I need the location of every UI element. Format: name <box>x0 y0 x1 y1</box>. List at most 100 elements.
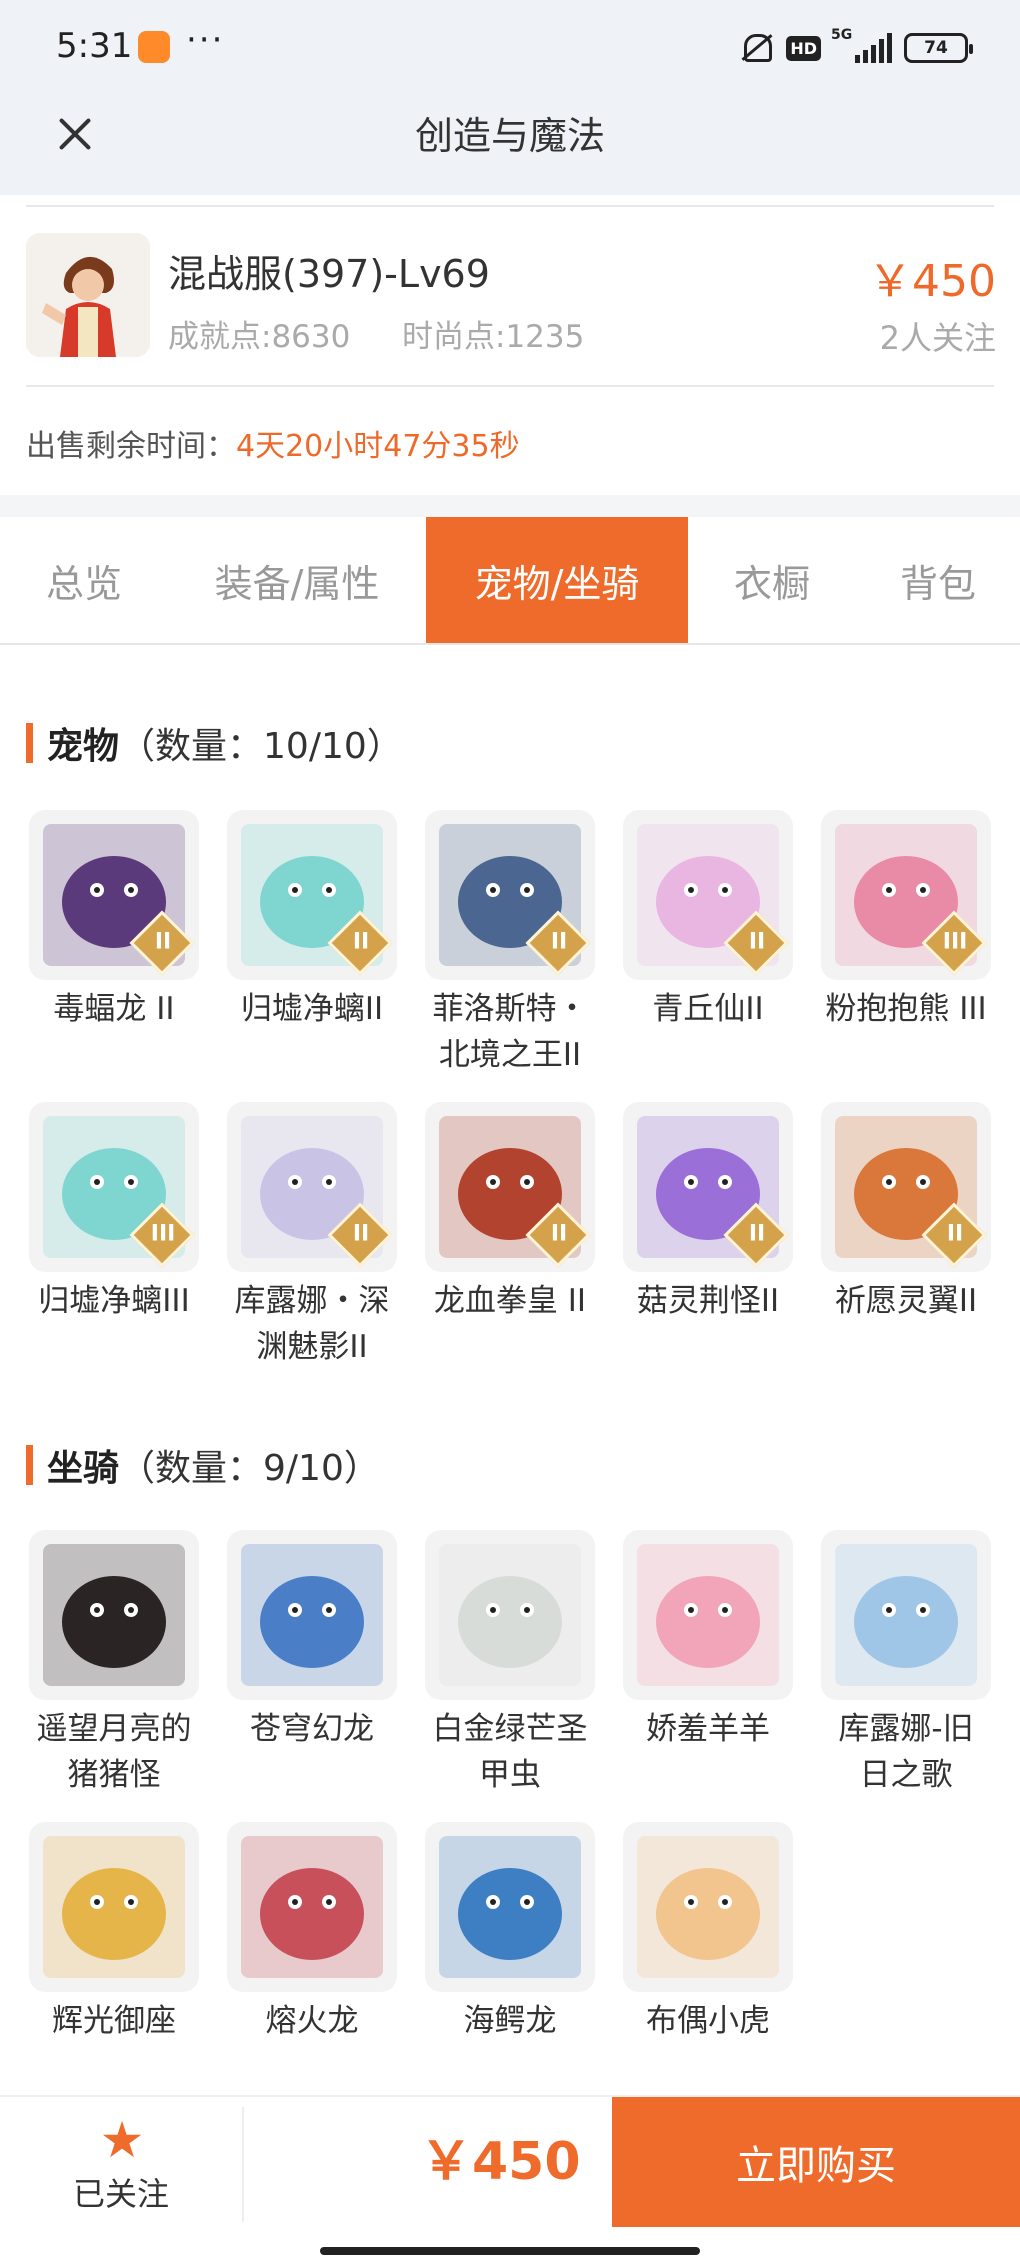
item-label-line1: 粉抱抱熊 III <box>825 991 987 1027</box>
pet-item[interactable]: II 库露娜・深渊魅影II <box>224 1102 400 1370</box>
item-label: 毒蝠龙 II <box>26 986 202 1032</box>
tab-backpack[interactable]: 背包 <box>856 517 1020 643</box>
pet-item[interactable]: II 龙血拳皇 II <box>422 1102 598 1324</box>
follow-button[interactable]: ★ 已关注 <box>0 2097 242 2232</box>
item-label-line2: 北境之王II <box>438 1037 582 1073</box>
item-label: 菲洛斯特・北境之王II <box>422 986 598 1078</box>
more-notifications-icon: ··· <box>186 20 225 60</box>
sale-remaining-time: 出售剩余时间：4天20小时47分35秒 <box>26 421 520 465</box>
item-label: 库露娜・深渊魅影II <box>224 1278 400 1370</box>
tab-pets-mounts[interactable]: 宠物/坐骑 <box>426 517 688 643</box>
item-label-line1: 海鳄龙 <box>463 2003 557 2039</box>
item-label-line1: 库露娜・深 <box>234 1283 390 1319</box>
section-accent-bar <box>26 723 33 763</box>
pet-image: II <box>623 1102 793 1272</box>
mount-item[interactable]: 海鳄龙 <box>422 1822 598 2044</box>
item-label: 龙血拳皇 II <box>422 1278 598 1324</box>
signal-icon: 5G <box>831 27 892 63</box>
mount-item[interactable]: 白金绿芒圣 甲虫 <box>422 1530 598 1798</box>
fashion-points: 时尚点:1235 <box>402 319 585 355</box>
app-root: 5:31 ··· HD 5G 74 创造与魔法 混战服(397)-Lv69 成就… <box>0 0 1020 2267</box>
tab-overview[interactable]: 总览 <box>0 517 168 643</box>
item-label-line2: 渊魅影II <box>256 1329 368 1365</box>
mounts-section-title: 坐骑 （数量：9/10） <box>26 1442 380 1489</box>
account-card[interactable]: 混战服(397)-Lv69 成就点:8630 时尚点:1235 ￥450 2人关… <box>0 195 1020 495</box>
item-label-line1: 归墟净螭III <box>38 1283 190 1319</box>
pet-item[interactable]: III 归墟净螭III <box>26 1102 202 1324</box>
item-label-line1: 遥望月亮的 <box>36 1711 192 1747</box>
mount-item[interactable]: 遥望月亮的 猪猪怪 <box>26 1530 202 1798</box>
battery-icon: 74 <box>904 33 973 63</box>
mount-image <box>623 1822 793 1992</box>
item-label: 归墟净螭II <box>224 986 400 1032</box>
pet-image: II <box>227 1102 397 1272</box>
mount-item[interactable]: 娇羞羊羊 <box>620 1530 796 1752</box>
pet-item[interactable]: II 祈愿灵翼II <box>818 1102 994 1324</box>
tab-wardrobe[interactable]: 衣橱 <box>688 517 856 643</box>
pet-item[interactable]: III 粉抱抱熊 III <box>818 810 994 1032</box>
mount-item[interactable]: 库露娜-旧 日之歌 <box>818 1530 994 1798</box>
item-label: 娇羞羊羊 <box>620 1706 796 1752</box>
rank-text: II <box>154 929 172 955</box>
pet-image: II <box>227 810 397 980</box>
pet-image: II <box>29 810 199 980</box>
tab-equipment[interactable]: 装备/属性 <box>168 517 426 643</box>
item-label-line1: 菇灵荆怪II <box>636 1283 780 1319</box>
bottom-bar: ★ 已关注 ￥450 立即购买 <box>0 2095 1020 2267</box>
network-type: 5G <box>831 27 853 43</box>
mount-image <box>821 1530 991 1700</box>
mount-item[interactable]: 布偶小虎 <box>620 1822 796 2044</box>
pets-count: （数量：10/10） <box>119 726 403 767</box>
rank-text: II <box>352 1221 370 1247</box>
item-label: 苍穹幻龙 <box>224 1706 400 1752</box>
item-label-line1: 祈愿灵翼II <box>834 1283 978 1319</box>
item-label: 布偶小虎 <box>620 1998 796 2044</box>
item-label-line2: 猪猪怪 <box>67 1757 161 1793</box>
mute-icon <box>738 30 774 66</box>
watcher-count: 2人关注 <box>879 319 996 357</box>
pet-image: II <box>821 1102 991 1272</box>
item-label-line1: 龙血拳皇 II <box>433 1283 587 1319</box>
pet-item[interactable]: II 菇灵荆怪II <box>620 1102 796 1324</box>
status-bar: 5:31 ··· HD 5G 74 <box>0 0 1020 95</box>
mount-image <box>29 1530 199 1700</box>
pet-item[interactable]: II 青丘仙II <box>620 810 796 1032</box>
pet-image: II <box>425 810 595 980</box>
mount-image <box>227 1530 397 1700</box>
pets-section-title: 宠物 （数量：10/10） <box>26 720 403 767</box>
section-gap <box>0 495 1020 517</box>
item-label-line1: 菲洛斯特・ <box>432 991 588 1027</box>
pet-image: II <box>425 1102 595 1272</box>
divider <box>26 205 994 207</box>
follow-label: 已关注 <box>72 2175 169 2213</box>
mount-item[interactable]: 熔火龙 <box>224 1822 400 2044</box>
item-label-line1: 苍穹幻龙 <box>250 1711 374 1747</box>
item-label-line1: 布偶小虎 <box>646 2003 770 2039</box>
pets-title: 宠物 <box>47 726 120 767</box>
mount-image <box>425 1530 595 1700</box>
item-label: 菇灵荆怪II <box>620 1278 796 1324</box>
divider <box>26 385 994 387</box>
item-label-line1: 白金绿芒圣 <box>432 1711 588 1747</box>
item-label-line2: 甲虫 <box>479 1757 541 1793</box>
pet-image: III <box>29 1102 199 1272</box>
pet-item[interactable]: II 归墟净螭II <box>224 810 400 1032</box>
pet-item[interactable]: II 毒蝠龙 II <box>26 810 202 1032</box>
mounts-count: （数量：9/10） <box>119 1448 380 1489</box>
status-time: 5:31 <box>56 26 133 66</box>
pet-item[interactable]: II 菲洛斯特・ 北境之王II <box>422 810 598 1078</box>
item-label-line1: 毒蝠龙 II <box>53 991 175 1027</box>
battery-level: 74 <box>924 38 948 58</box>
item-label: 遥望月亮的 猪猪怪 <box>26 1706 202 1798</box>
achievement-points: 成就点:8630 <box>168 319 351 355</box>
section-accent-bar <box>26 1445 33 1485</box>
mount-image <box>623 1530 793 1700</box>
buy-now-button[interactable]: 立即购买 <box>612 2097 1020 2227</box>
account-price: ￥450 <box>868 256 996 307</box>
mount-item[interactable]: 苍穹幻龙 <box>224 1530 400 1752</box>
item-label-line1: 归墟净螭II <box>240 991 384 1027</box>
item-label: 粉抱抱熊 III <box>818 986 994 1032</box>
mount-item[interactable]: 辉光御座 <box>26 1822 202 2044</box>
pet-image: III <box>821 810 991 980</box>
item-label: 库露娜-旧 日之歌 <box>818 1706 994 1798</box>
